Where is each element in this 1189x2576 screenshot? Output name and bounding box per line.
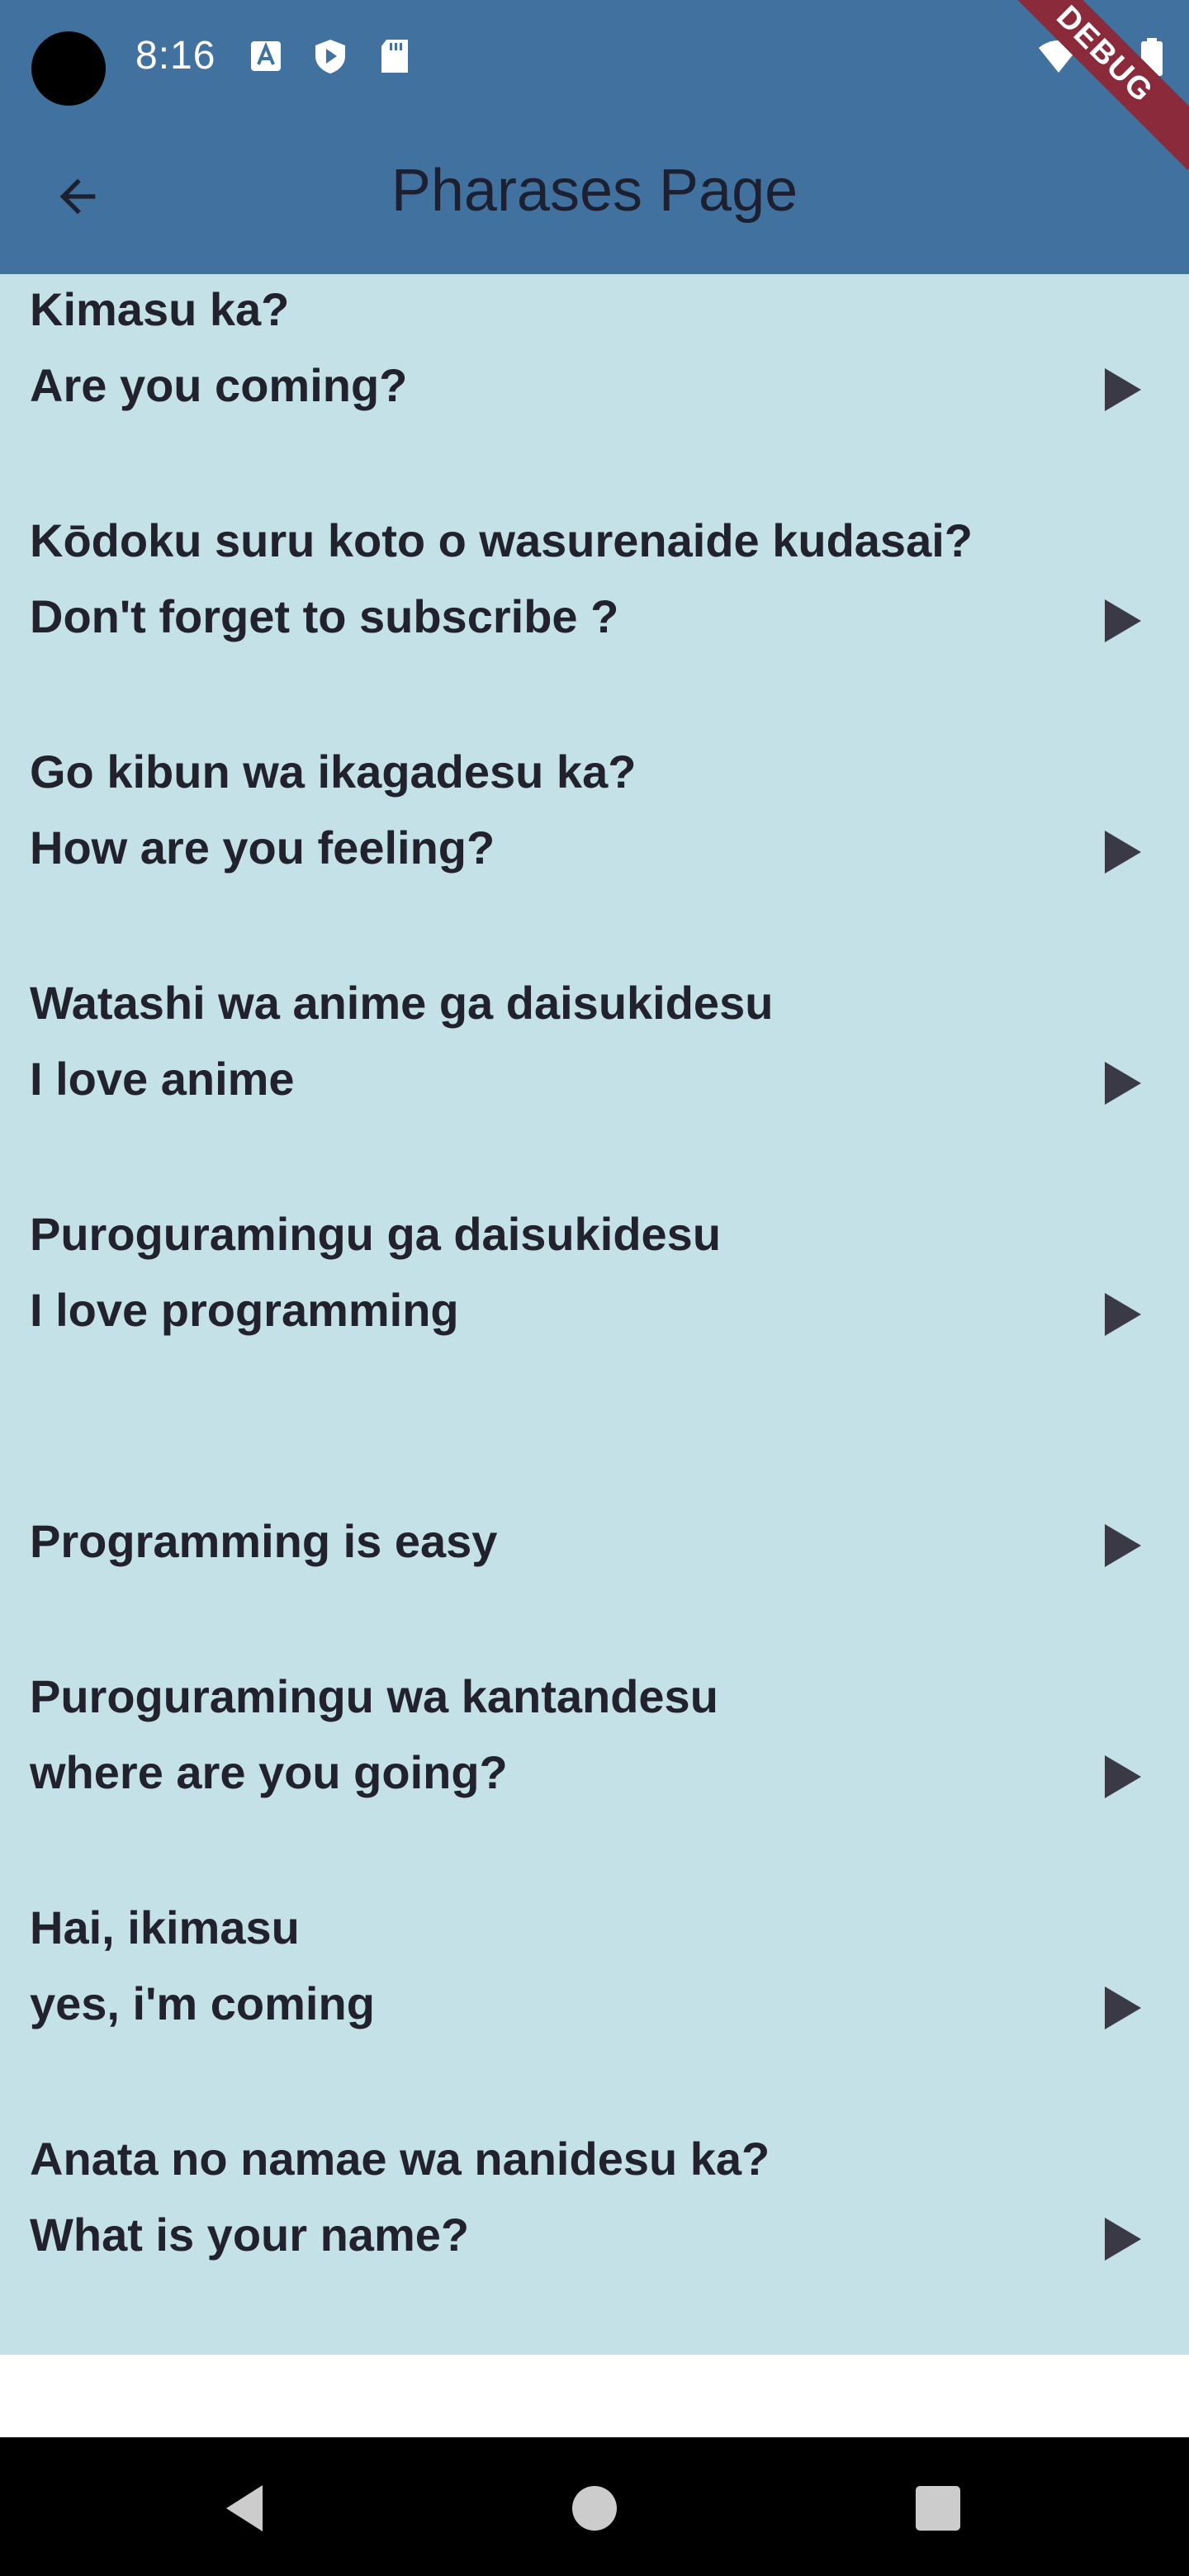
phrase-item: Programming is easy bbox=[0, 1438, 1189, 1669]
sd-card-icon bbox=[378, 38, 411, 74]
status-bar: 8:16 bbox=[0, 0, 1189, 116]
phrase-english: yes, i'm coming bbox=[30, 1977, 375, 2029]
bottom-spacer bbox=[0, 2355, 1189, 2437]
phrase-item: Go kibun wa ikagadesu ka? How are you fe… bbox=[0, 745, 1189, 976]
text-a-icon bbox=[248, 38, 284, 74]
play-icon[interactable] bbox=[1098, 827, 1148, 877]
play-icon[interactable] bbox=[1098, 1290, 1148, 1339]
play-icon[interactable] bbox=[1098, 596, 1148, 646]
nav-home-icon[interactable] bbox=[561, 2475, 628, 2541]
phrase-english: Are you coming? bbox=[30, 359, 408, 411]
play-icon[interactable] bbox=[1098, 1752, 1148, 1802]
shield-play-icon bbox=[312, 38, 348, 74]
phrase-english: I love anime bbox=[30, 1053, 295, 1105]
page-title: Pharases Page bbox=[391, 158, 798, 224]
phrase-english: where are you going? bbox=[30, 1746, 508, 1798]
top-bar: 8:16 DEBUG Pharases Page bbox=[0, 0, 1189, 274]
phrase-japanese: Hai, ikimasu bbox=[30, 1901, 300, 1953]
phrase-japanese: Kōdoku suru koto o wasurenaide kudasai? bbox=[30, 514, 973, 566]
phrase-item: Kimasu ka? Are you coming? bbox=[0, 282, 1189, 514]
phrase-english: Don't forget to subscribe ? bbox=[30, 590, 619, 642]
phrase-item: Anata no namae wa nanidesu ka? What is y… bbox=[0, 2132, 1189, 2355]
phrase-japanese: Puroguramingu ga daisukidesu bbox=[30, 1208, 722, 1260]
phrase-item: Watashi wa anime ga daisukidesu I love a… bbox=[0, 976, 1189, 1207]
play-icon[interactable] bbox=[1098, 1058, 1148, 1108]
phrase-english: How are you feeling? bbox=[30, 822, 495, 874]
nav-back-icon[interactable] bbox=[216, 2475, 282, 2541]
status-time: 8:16 bbox=[135, 34, 216, 78]
phrase-english: What is your name? bbox=[30, 2209, 470, 2261]
phrase-japanese: Go kibun wa ikagadesu ka? bbox=[30, 746, 637, 798]
play-icon[interactable] bbox=[1098, 2214, 1148, 2264]
phrase-item: Puroguramingu wa kantandesu where are yo… bbox=[0, 1669, 1189, 1901]
phrase-item: Puroguramingu ga daisukidesu I love prog… bbox=[0, 1207, 1189, 1438]
phrase-english: Programming is easy bbox=[30, 1515, 498, 1567]
phrase-japanese: Anata no namae wa nanidesu ka? bbox=[30, 2133, 770, 2185]
phrase-japanese: Puroguramingu wa kantandesu bbox=[30, 1670, 718, 1722]
nav-recents-icon[interactable] bbox=[905, 2475, 971, 2541]
phrases-list: Kimasu ka? Are you coming? Kōdoku suru k… bbox=[0, 274, 1189, 2355]
phrase-item: Kōdoku suru koto o wasurenaide kudasai? … bbox=[0, 514, 1189, 745]
app-bar: Pharases Page bbox=[0, 116, 1189, 274]
system-nav-bar bbox=[0, 2437, 1189, 2576]
play-icon[interactable] bbox=[1098, 1983, 1148, 2033]
phrase-item: Hai, ikimasu yes, i'm coming bbox=[0, 1901, 1189, 2132]
phrase-japanese: Kimasu ka? bbox=[30, 283, 290, 335]
play-icon[interactable] bbox=[1098, 365, 1148, 414]
phrase-japanese: Watashi wa anime ga daisukidesu bbox=[30, 977, 774, 1029]
camera-cutout bbox=[31, 31, 106, 106]
phrase-english: I love programming bbox=[30, 1284, 459, 1336]
play-icon[interactable] bbox=[1098, 1521, 1148, 1570]
